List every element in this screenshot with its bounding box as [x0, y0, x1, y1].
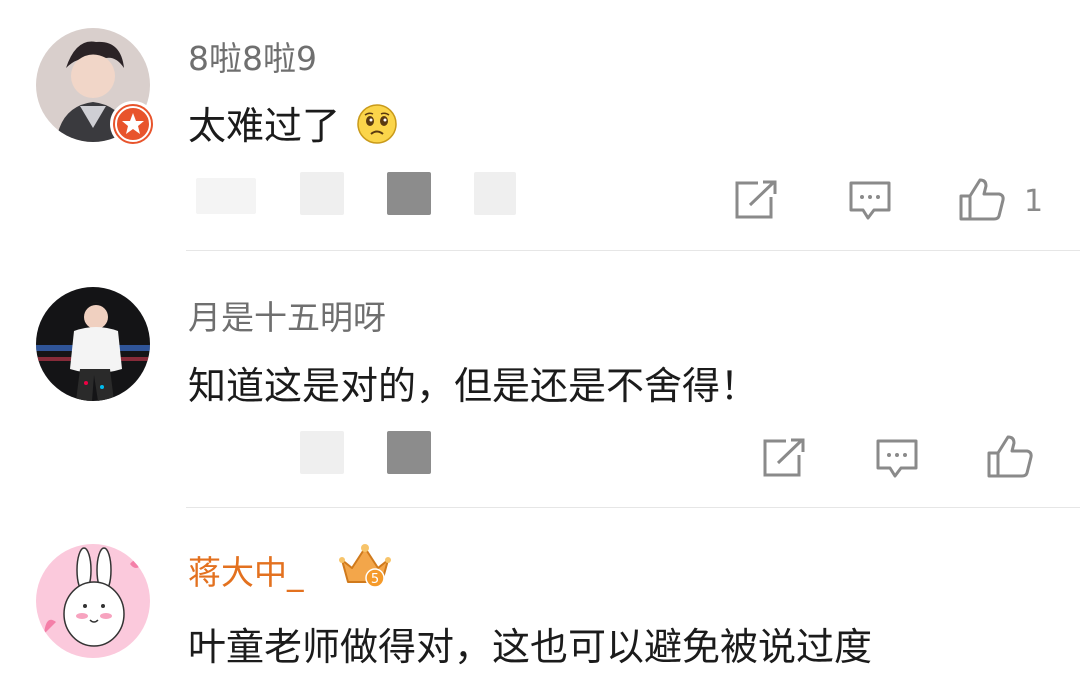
vip-level: 5 [371, 572, 379, 587]
thumbs-up-icon [959, 178, 1005, 221]
share-icon [763, 438, 805, 477]
blurred-image [300, 431, 344, 474]
username[interactable]: 月是十五明呀 [188, 291, 386, 339]
comment-text: 知道这是对的，但是还是不舍得！ [188, 364, 759, 408]
blurred-image [474, 172, 516, 215]
blurred-image [387, 172, 431, 215]
comment-text: 叶童老师做得对，这也可以避免被说过度 [188, 625, 873, 669]
comment-text: 太难过了 [188, 95, 398, 154]
like-button[interactable] [986, 433, 1034, 479]
comment-text-content: 太难过了 [188, 104, 341, 148]
share-button[interactable] [734, 180, 778, 220]
reply-button[interactable] [848, 180, 892, 222]
share-icon [735, 180, 777, 219]
comment-item: 8啦8啦9 太难过了 1 [0, 0, 1080, 250]
avatar[interactable] [36, 287, 150, 401]
verified-badge-icon [110, 101, 156, 147]
blurred-image [196, 178, 256, 214]
like-count: 1 [1024, 184, 1044, 219]
vip-level-badge-icon: 5 [338, 542, 392, 590]
comment-item: 蒋大中_ 5 叶童老师做得对，这也可以避免被说过度 [0, 508, 1080, 685]
blurred-image [300, 172, 344, 215]
comment-icon [876, 439, 918, 478]
comment-item: 月是十五明呀 知道这是对的，但是还是不舍得！ [0, 251, 1080, 507]
share-button[interactable] [762, 438, 806, 478]
thumbs-up-icon [987, 435, 1033, 478]
avatar[interactable] [36, 544, 150, 658]
crying-face-icon [356, 103, 398, 154]
blurred-image [387, 431, 431, 474]
username[interactable]: 8啦8啦9 [188, 32, 317, 80]
comment-icon [849, 181, 891, 220]
reply-button[interactable] [875, 438, 919, 480]
username[interactable]: 蒋大中_ [188, 546, 304, 594]
like-button[interactable] [958, 176, 1006, 222]
